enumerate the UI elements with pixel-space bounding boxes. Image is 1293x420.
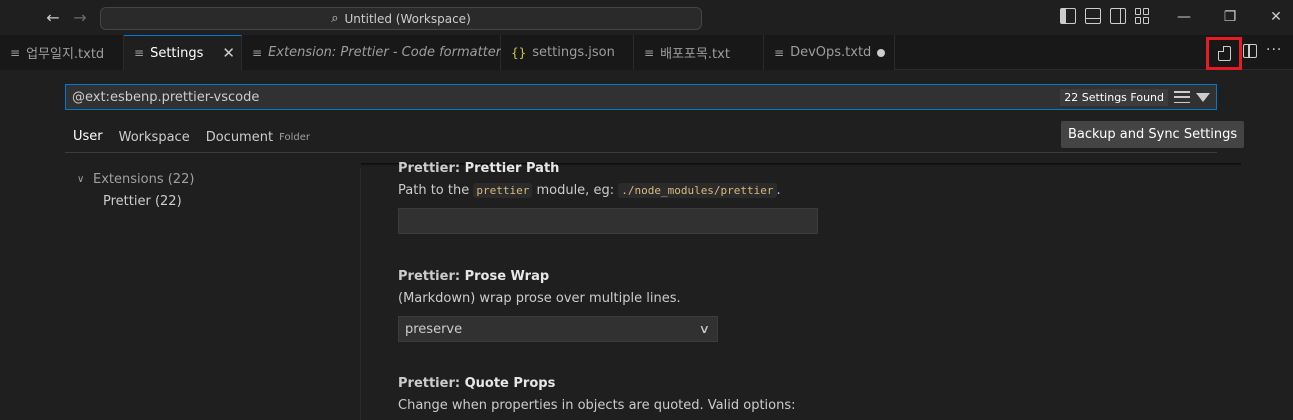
split-editor-icon[interactable] xyxy=(1243,44,1257,58)
backup-sync-button[interactable]: Backup and Sync Settings xyxy=(1061,121,1245,148)
lines-icon: ≡ xyxy=(134,46,145,60)
unsaved-dot-icon xyxy=(877,48,885,57)
tab-devops[interactable]: ≡ DevOps.txtd xyxy=(764,35,895,70)
filter-icon[interactable] xyxy=(1196,92,1210,102)
toc-item-extensions[interactable]: ∨ Extensions (22) xyxy=(65,168,360,190)
settings-search-box: 22 Settings Found xyxy=(65,84,1217,110)
open-settings-json-button[interactable] xyxy=(1206,37,1242,70)
tab-settings-json[interactable]: {} settings.json xyxy=(501,35,634,70)
chevron-down-icon: ∨ xyxy=(77,173,85,185)
open-json-file-icon xyxy=(1217,46,1231,61)
toggle-secondary-sidebar-icon[interactable] xyxy=(1110,8,1126,24)
customize-layout-icon[interactable] xyxy=(1135,8,1151,24)
minimize-icon[interactable]: — xyxy=(1174,7,1194,27)
tab-extension-prettier[interactable]: ≡ Extension: Prettier - Code formatter xyxy=(242,35,501,70)
toggle-primary-sidebar-icon[interactable] xyxy=(1060,8,1076,24)
tab-workspace[interactable]: Workspace xyxy=(111,121,198,153)
editor-tab-bar: ≡ 업무일지.txtd ≡ Settings ✕ ≡ Extension: Pr… xyxy=(0,35,1293,70)
divider xyxy=(65,152,1217,153)
close-window-icon[interactable]: ✕ xyxy=(1266,7,1286,27)
settings-search-input[interactable] xyxy=(66,85,1061,109)
setting-description: Change when properties in objects are qu… xyxy=(398,398,796,413)
setting-description: (Markdown) wrap prose over multiple line… xyxy=(398,291,681,306)
toc-item-prettier[interactable]: Prettier (22) xyxy=(65,190,360,212)
lines-icon: ≡ xyxy=(10,45,21,60)
results-count-badge: 22 Settings Found xyxy=(1060,88,1168,106)
toggle-panel-icon[interactable] xyxy=(1085,8,1101,24)
workspace-title: Untitled (Workspace) xyxy=(344,11,471,26)
search-icon: ⌕ xyxy=(331,11,339,26)
tab-deploy-list[interactable]: ≡ 배포포목.txt xyxy=(634,35,764,70)
json-icon: {} xyxy=(511,45,527,60)
title-bar: ← → ⌕ Untitled (Workspace) — ❐ ✕ xyxy=(0,0,1293,35)
prettier-path-input[interactable] xyxy=(398,208,818,234)
layout-controls xyxy=(1060,8,1151,24)
tab-user[interactable]: User xyxy=(65,121,111,153)
settings-scope-tabs: User Workspace Document Folder xyxy=(65,121,318,153)
setting-description: Path to the prettier module, eg: ./node_… xyxy=(398,183,781,198)
setting-prettier-path: Prettier: Prettier Path Path to the pret… xyxy=(398,161,1228,234)
divider xyxy=(360,168,361,420)
forward-arrow-icon[interactable]: → xyxy=(70,8,90,28)
more-actions-icon[interactable]: ··· xyxy=(1266,42,1282,58)
lines-icon: ≡ xyxy=(252,45,263,60)
prose-wrap-select[interactable]: preserve ∨ xyxy=(398,316,718,342)
chevron-down-icon: ∨ xyxy=(698,322,711,336)
command-center[interactable]: ⌕ Untitled (Workspace) xyxy=(100,7,702,30)
back-arrow-icon[interactable]: ← xyxy=(43,8,63,28)
lines-icon: ≡ xyxy=(774,45,785,60)
clear-filter-icon[interactable] xyxy=(1174,91,1190,103)
tab-settings[interactable]: ≡ Settings ✕ xyxy=(124,35,242,70)
restore-icon[interactable]: ❐ xyxy=(1220,7,1240,27)
tab-document-folder[interactable]: Document Folder xyxy=(198,121,318,153)
setting-quote-props: Prettier: Quote Props Change when proper… xyxy=(398,376,1228,420)
close-tab-icon[interactable]: ✕ xyxy=(222,44,235,62)
setting-prose-wrap: Prettier: Prose Wrap (Markdown) wrap pro… xyxy=(398,269,1228,342)
settings-toc: ∨ Extensions (22) Prettier (22) xyxy=(65,168,360,212)
lines-icon: ≡ xyxy=(644,45,655,60)
tab-work-log[interactable]: ≡ 업무일지.txtd xyxy=(0,35,124,70)
